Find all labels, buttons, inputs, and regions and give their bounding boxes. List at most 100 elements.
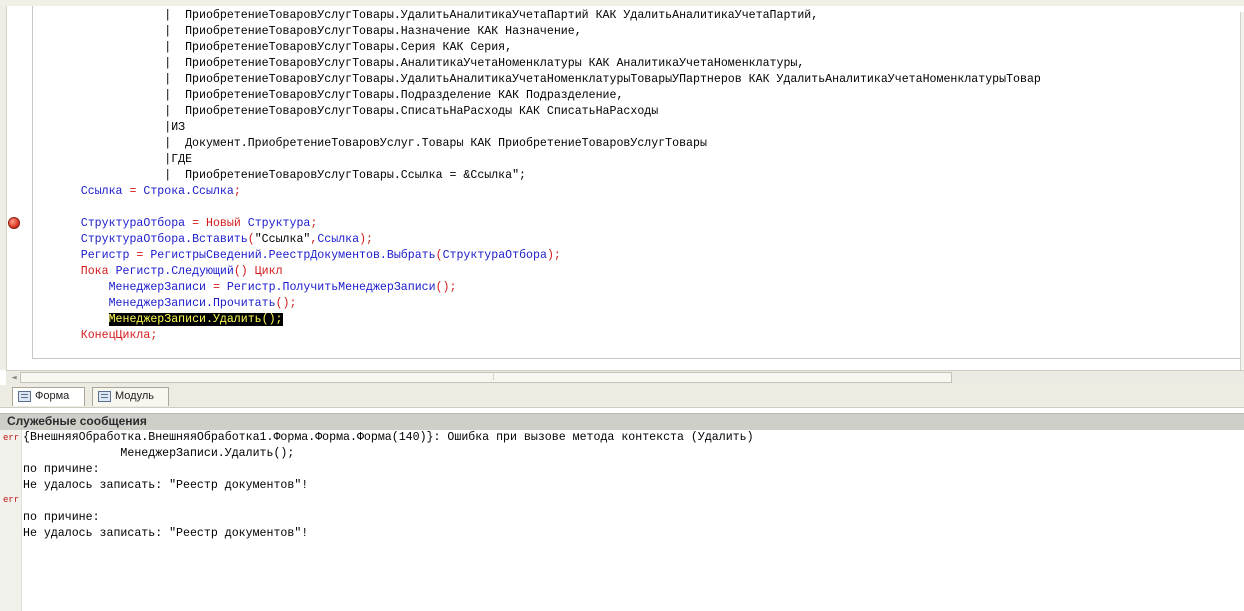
code-token: Ссылка — [80, 185, 123, 198]
code-line[interactable]: | Документ.ПриобретениеТоваровУслуг.Това… — [39, 136, 707, 152]
code-line[interactable]: |ГДЕ — [39, 152, 192, 168]
messages-gutter — [0, 430, 22, 611]
tab-module[interactable]: Модуль — [92, 387, 169, 406]
code-token: | ПриобретениеТоваровУслугТовары.Ссылка … — [39, 169, 527, 182]
breakpoint-icon[interactable] — [8, 217, 20, 229]
code-line[interactable]: Регистр = РегистрыСведений.РеестрДокумен… — [39, 248, 561, 264]
code-token: | ПриобретениеТоваровУслугТовары.Удалить… — [39, 9, 819, 22]
message-line[interactable]: МенеджерЗаписи.Удалить(); — [23, 446, 294, 462]
code-line[interactable]: МенеджерЗаписи.Прочитать(); — [39, 296, 297, 312]
code-token: | Документ.ПриобретениеТоваровУслуг.Това… — [39, 137, 707, 150]
message-line[interactable]: по причине: — [23, 510, 100, 526]
code-token: ); — [546, 249, 561, 262]
code-token: СтруктураОтбора — [80, 217, 186, 230]
vertical-scrollbar[interactable] — [1240, 12, 1244, 376]
code-token: |ГДЕ — [39, 153, 193, 166]
message-line[interactable]: {ВнешняяОбработка.ВнешняяОбработка1.Форм… — [23, 430, 754, 446]
code-token: РегистрыСведений.РеестрДокументов.Выбрат… — [150, 249, 436, 262]
tab-form[interactable]: Форма — [12, 387, 85, 406]
code-token: ); — [359, 233, 374, 246]
code-token: Регистр.Следующий — [115, 265, 234, 278]
code-token: = — [122, 185, 144, 198]
code-token: Пока — [80, 265, 109, 278]
code-line[interactable]: | ПриобретениеТоваровУслугТовары.Серия К… — [39, 40, 512, 56]
margin-line — [32, 6, 33, 358]
messages-panel-title: Служебные сообщения — [0, 413, 1244, 430]
code-line[interactable]: Пока Регистр.Следующий() Цикл — [39, 264, 283, 280]
code-token: Цикл — [254, 265, 283, 278]
code-token: | ПриобретениеТоваровУслугТовары.Списать… — [39, 105, 659, 118]
code-line[interactable]: МенеджерЗаписи = Регистр.ПолучитьМенедже… — [39, 280, 457, 296]
code-token: | ПриобретениеТоваровУслугТовары.Серия К… — [39, 41, 513, 54]
code-token: Регистр — [80, 249, 130, 262]
messages-panel[interactable]: err err {ВнешняяОбработка.ВнешняяОбработ… — [0, 430, 1244, 611]
module-tabs: Форма Модуль — [0, 385, 1244, 408]
code-token: Ссылка — [317, 233, 360, 246]
code-token: ; — [233, 185, 241, 198]
code-token: = — [129, 249, 151, 262]
code-line[interactable]: |ИЗ — [39, 120, 185, 136]
code-token: ; — [150, 329, 158, 342]
code-token: | ПриобретениеТоваровУслугТовары.Аналити… — [39, 57, 805, 70]
selected-code: МенеджерЗаписи.Удалить(); — [108, 313, 283, 326]
code-token: | ПриобретениеТоваровУслугТовары.Удалить… — [39, 73, 1041, 86]
code-token: ( — [247, 233, 255, 246]
tab-form-label: Форма — [35, 390, 70, 402]
code-line[interactable]: | ПриобретениеТоваровУслугТовары.Удалить… — [39, 72, 1041, 88]
code-line[interactable]: МенеджерЗаписи.Удалить(); — [39, 312, 283, 328]
scrollbar-grip-icon: ⁞ — [491, 373, 496, 382]
code-line[interactable]: КонецЦикла; — [39, 328, 158, 344]
code-line[interactable]: | ПриобретениеТоваровУслугТовары.Подразд… — [39, 88, 623, 104]
code-line[interactable]: | ПриобретениеТоваровУслугТовары.Аналити… — [39, 56, 804, 72]
code-line[interactable]: | ПриобретениеТоваровУслугТовары.Списать… — [39, 104, 658, 120]
code-token: (); — [435, 281, 457, 294]
code-token: Новый — [206, 217, 241, 230]
scroll-left-arrow-icon[interactable]: ◄ — [8, 371, 20, 385]
code-token: = — [185, 217, 206, 230]
code-token: МенеджерЗаписи.Прочитать — [108, 297, 276, 310]
module-icon — [98, 391, 111, 402]
code-line[interactable]: Ссылка = Строка.Ссылка; — [39, 184, 241, 200]
code-token: СтруктураОтбора — [442, 249, 547, 262]
message-line[interactable]: по причине: — [23, 462, 100, 478]
code-token: = — [205, 281, 227, 294]
code-token: (); — [275, 297, 297, 310]
code-token: | ПриобретениеТоваровУслугТовары.Подразд… — [39, 89, 624, 102]
editor-bottom-line — [32, 358, 1244, 359]
code-line[interactable]: | ПриобретениеТоваровУслугТовары.Удалить… — [39, 8, 818, 24]
scrollbar-thumb[interactable]: ⁞ — [20, 372, 952, 383]
message-line[interactable]: Не удалось записать: "Реестр документов"… — [23, 478, 308, 494]
code-token: | ПриобретениеТоваровУслугТовары.Назначе… — [39, 25, 582, 38]
editor-gutter[interactable] — [0, 6, 7, 370]
code-token: Структура — [247, 217, 311, 230]
code-line[interactable]: | ПриобретениеТоваровУслугТовары.Ссылка … — [39, 168, 526, 184]
horizontal-scrollbar[interactable]: ◄ ⁞ — [6, 370, 1244, 385]
message-line[interactable]: Не удалось записать: "Реестр документов"… — [23, 526, 308, 542]
tab-module-label: Модуль — [115, 390, 154, 402]
code-token: "Ссылка" — [254, 233, 311, 246]
error-marker-icon: err — [3, 433, 20, 443]
code-line[interactable]: | ПриобретениеТоваровУслугТовары.Назначе… — [39, 24, 582, 40]
code-token: Строка.Ссылка — [143, 185, 234, 198]
code-token: КонецЦикла — [80, 329, 151, 342]
code-token: () — [233, 265, 255, 278]
error-marker-icon: err — [3, 495, 20, 505]
code-token: |ИЗ — [39, 121, 186, 134]
code-token: ( — [435, 249, 443, 262]
code-line[interactable]: СтруктураОтбора.Вставить("Ссылка",Ссылка… — [39, 232, 373, 248]
code-line[interactable]: СтруктураОтбора = Новый Структура; — [39, 216, 318, 232]
form-icon — [18, 391, 31, 402]
code-token: Регистр.ПолучитьМенеджерЗаписи — [226, 281, 436, 294]
code-editor[interactable]: | ПриобретениеТоваровУслугТовары.Удалить… — [0, 6, 1244, 376]
